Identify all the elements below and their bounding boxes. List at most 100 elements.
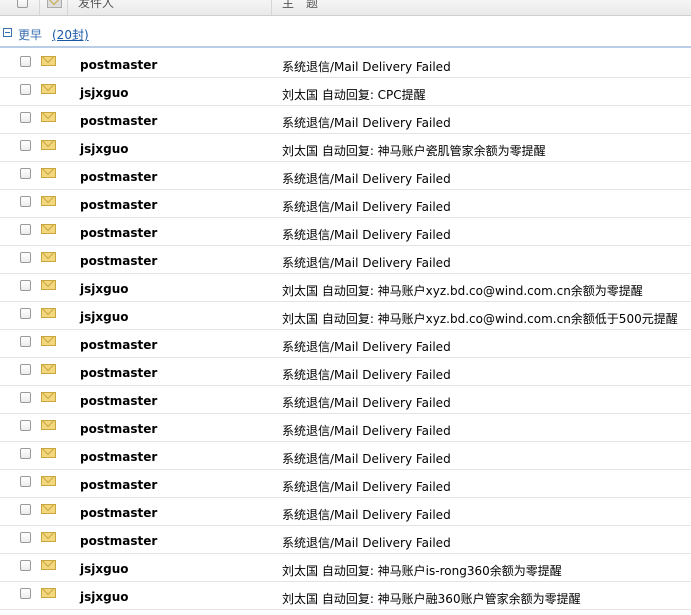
row-checkbox[interactable] (20, 504, 31, 515)
mail-sender[interactable]: postmaster (80, 58, 157, 72)
mail-row[interactable]: postmaster 系统退信/Mail Delivery Failed (0, 358, 691, 386)
mail-row[interactable]: postmaster 系统退信/Mail Delivery Failed (0, 218, 691, 246)
mail-subject[interactable]: 系统退信/Mail Delivery Failed (282, 394, 451, 411)
mail-subject[interactable]: 系统退信/Mail Delivery Failed (282, 366, 451, 383)
mail-subject[interactable]: 刘太国 自动回复: 神马账户xyz.bd.co@wind.com.cn余额低于5… (282, 310, 678, 327)
mail-sender[interactable]: postmaster (80, 114, 157, 128)
mail-subject[interactable]: 刘太国 自动回复: CPC提醒 (282, 86, 426, 103)
row-checkbox[interactable] (20, 336, 31, 347)
mail-row[interactable]: postmaster 系统退信/Mail Delivery Failed (0, 470, 691, 498)
mail-list: postmaster 系统退信/Mail Delivery Failed jsjxg… (0, 50, 691, 610)
envelope-icon (41, 224, 56, 234)
mail-row[interactable]: postmaster 系统退信/Mail Delivery Failed (0, 106, 691, 134)
mail-row[interactable]: jsjxguo 刘太国 自动回复: 神马账户融360账户管家余额为零提醒 (0, 582, 691, 610)
mail-row[interactable]: postmaster 系统退信/Mail Delivery Failed (0, 498, 691, 526)
mail-sender[interactable]: postmaster (80, 198, 157, 212)
envelope-icon (41, 252, 56, 262)
mail-subject[interactable]: 刘太国 自动回复: 神马账户is-rong360余额为零提醒 (282, 562, 562, 579)
mail-subject[interactable]: 刘太国 自动回复: 神马账户融360账户管家余额为零提醒 (282, 590, 581, 607)
row-checkbox[interactable] (20, 588, 31, 599)
mail-row[interactable]: jsjxguo 刘太国 自动回复: CPC提醒 (0, 78, 691, 106)
envelope-icon (41, 532, 56, 542)
row-checkbox[interactable] (20, 420, 31, 431)
mail-subject[interactable]: 系统退信/Mail Delivery Failed (282, 338, 451, 355)
row-checkbox[interactable] (20, 364, 31, 375)
mail-sender[interactable]: postmaster (80, 450, 157, 464)
mail-subject[interactable]: 系统退信/Mail Delivery Failed (282, 198, 451, 215)
mail-subject[interactable]: 系统退信/Mail Delivery Failed (282, 450, 451, 467)
envelope-icon (41, 336, 56, 346)
mail-row[interactable]: jsjxguo 刘太国 自动回复: 神马账户xyz.bd.co@wind.com.… (0, 274, 691, 302)
mail-subject[interactable]: 系统退信/Mail Delivery Failed (282, 226, 451, 243)
mail-subject[interactable]: 系统退信/Mail Delivery Failed (282, 254, 451, 271)
mail-subject[interactable]: 系统退信/Mail Delivery Failed (282, 478, 451, 495)
mail-sender[interactable]: jsjxguo (80, 590, 129, 604)
row-checkbox[interactable] (20, 56, 31, 67)
envelope-icon (41, 140, 56, 150)
mail-subject[interactable]: 系统退信/Mail Delivery Failed (282, 114, 451, 131)
mail-row[interactable]: postmaster 系统退信/Mail Delivery Failed (0, 50, 691, 78)
row-checkbox[interactable] (20, 476, 31, 487)
select-all-checkbox[interactable] (17, 0, 28, 8)
mail-sender[interactable]: postmaster (80, 422, 157, 436)
mail-row[interactable]: postmaster 系统退信/Mail Delivery Failed (0, 414, 691, 442)
read-status-column[interactable] (40, 0, 68, 15)
envelope-icon (41, 56, 56, 66)
select-all-column (0, 0, 40, 15)
mail-sender[interactable]: postmaster (80, 338, 157, 352)
mail-sender[interactable]: postmaster (80, 394, 157, 408)
column-header: 发件人 主 题 (0, 0, 691, 16)
mail-subject[interactable]: 刘太国 自动回复: 神马账户xyz.bd.co@wind.com.cn余额为零提… (282, 282, 643, 299)
mail-subject[interactable]: 系统退信/Mail Delivery Failed (282, 58, 451, 75)
row-checkbox[interactable] (20, 280, 31, 291)
mail-sender[interactable]: jsjxguo (80, 282, 129, 296)
mail-row[interactable]: postmaster 系统退信/Mail Delivery Failed (0, 246, 691, 274)
row-checkbox[interactable] (20, 308, 31, 319)
mail-row[interactable]: jsjxguo 刘太国 自动回复: 神马账户is-rong360余额为零提醒 (0, 554, 691, 582)
mail-row[interactable]: postmaster 系统退信/Mail Delivery Failed (0, 442, 691, 470)
envelope-header-icon (47, 0, 62, 8)
mail-subject[interactable]: 刘太国 自动回复: 神马账户瓷肌管家余额为零提醒 (282, 142, 546, 159)
row-checkbox[interactable] (20, 224, 31, 235)
row-checkbox[interactable] (20, 140, 31, 151)
mail-row[interactable]: postmaster 系统退信/Mail Delivery Failed (0, 526, 691, 554)
row-checkbox[interactable] (20, 112, 31, 123)
row-checkbox[interactable] (20, 392, 31, 403)
envelope-icon (41, 112, 56, 122)
mail-list-page: 发件人 主 题 更早 (20封) postmaster 系统退信/Mail Del… (0, 0, 691, 615)
mail-sender[interactable]: jsjxguo (80, 86, 129, 100)
mail-sender[interactable]: postmaster (80, 534, 157, 548)
collapse-toggle-icon[interactable] (3, 28, 12, 37)
mail-row[interactable]: postmaster 系统退信/Mail Delivery Failed (0, 162, 691, 190)
mail-sender[interactable]: postmaster (80, 254, 157, 268)
mail-subject[interactable]: 系统退信/Mail Delivery Failed (282, 506, 451, 523)
mail-sender[interactable]: postmaster (80, 506, 157, 520)
mail-sender[interactable]: postmaster (80, 170, 157, 184)
row-checkbox[interactable] (20, 448, 31, 459)
mail-sender[interactable]: postmaster (80, 226, 157, 240)
mail-row[interactable]: jsjxguo 刘太国 自动回复: 神马账户xyz.bd.co@wind.com.… (0, 302, 691, 330)
mail-row[interactable]: jsjxguo 刘太国 自动回复: 神马账户瓷肌管家余额为零提醒 (0, 134, 691, 162)
mail-row[interactable]: postmaster 系统退信/Mail Delivery Failed (0, 330, 691, 358)
mail-sender[interactable]: jsjxguo (80, 562, 129, 576)
envelope-icon (41, 448, 56, 458)
envelope-icon (41, 280, 56, 290)
mail-sender[interactable]: postmaster (80, 366, 157, 380)
row-checkbox[interactable] (20, 168, 31, 179)
mail-subject[interactable]: 系统退信/Mail Delivery Failed (282, 534, 451, 551)
mail-sender[interactable]: postmaster (80, 478, 157, 492)
mail-sender[interactable]: jsjxguo (80, 310, 129, 324)
subject-column-header[interactable]: 主 题 (272, 0, 691, 15)
mail-row[interactable]: postmaster 系统退信/Mail Delivery Failed (0, 386, 691, 414)
row-checkbox[interactable] (20, 196, 31, 207)
mail-subject[interactable]: 系统退信/Mail Delivery Failed (282, 422, 451, 439)
mail-subject[interactable]: 系统退信/Mail Delivery Failed (282, 170, 451, 187)
row-checkbox[interactable] (20, 532, 31, 543)
group-count-link[interactable]: (20封) (52, 26, 89, 43)
mail-row[interactable]: postmaster 系统退信/Mail Delivery Failed (0, 190, 691, 218)
row-checkbox[interactable] (20, 252, 31, 263)
row-checkbox[interactable] (20, 560, 31, 571)
sender-column-header[interactable]: 发件人 (68, 0, 272, 15)
row-checkbox[interactable] (20, 84, 31, 95)
mail-sender[interactable]: jsjxguo (80, 142, 129, 156)
